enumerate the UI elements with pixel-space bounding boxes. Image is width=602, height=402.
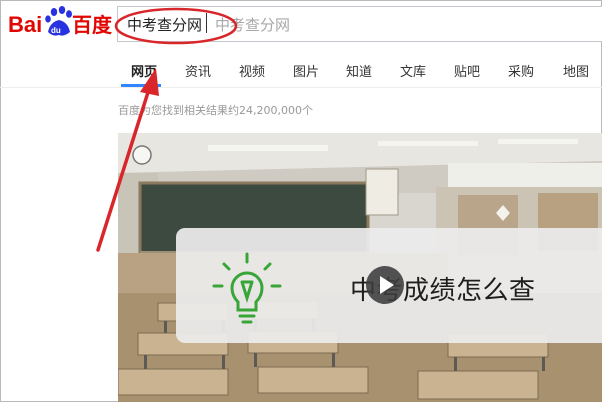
tab-video[interactable]: 视频: [239, 61, 265, 80]
baidu-logo[interactable]: Bai du 百度: [8, 2, 114, 42]
svg-text:du: du: [51, 26, 61, 35]
svg-text:百度: 百度: [72, 13, 113, 37]
lightbulb-pencil-icon: [212, 252, 282, 324]
text-caret: [206, 13, 207, 33]
play-icon[interactable]: [366, 266, 404, 304]
tab-map[interactable]: 地图: [563, 61, 589, 80]
header-divider: [0, 87, 602, 88]
tab-zhidao[interactable]: 知道: [346, 61, 372, 80]
tab-webpage[interactable]: 网页: [131, 61, 157, 80]
tab-purchase[interactable]: 采购: [508, 61, 534, 80]
search-query-text[interactable]: 中考查分网: [127, 14, 202, 35]
tab-tieba[interactable]: 贴吧: [454, 61, 480, 80]
tab-images[interactable]: 图片: [293, 61, 319, 80]
tab-news[interactable]: 资讯: [185, 61, 211, 80]
tab-wenku[interactable]: 文库: [400, 61, 426, 80]
result-count: 百度为您找到相关结果约24,200,000个: [118, 104, 313, 117]
svg-text:Bai: Bai: [8, 12, 42, 37]
search-suggestion-text[interactable]: 中考查分网: [215, 14, 290, 35]
